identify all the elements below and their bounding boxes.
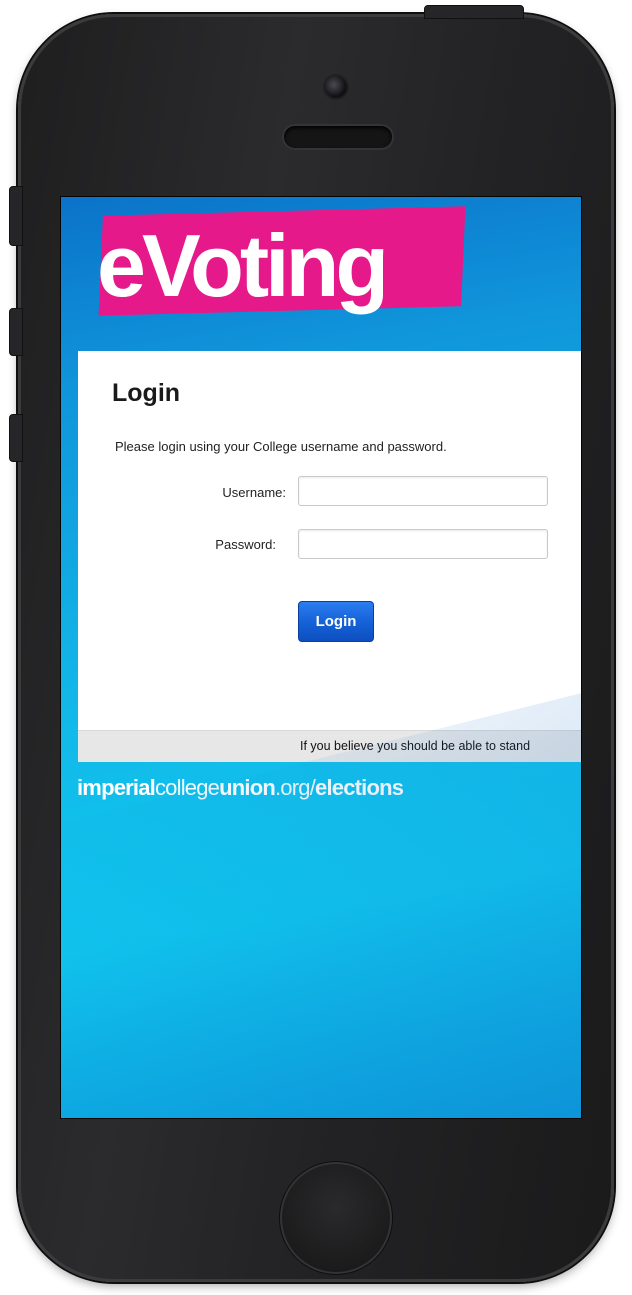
camera-icon [325, 76, 347, 98]
volume-up-button[interactable] [9, 308, 23, 356]
home-button[interactable] [280, 1162, 392, 1274]
page-title: Login [112, 379, 181, 407]
evoting-logo: eVoting [97, 216, 389, 315]
power-button[interactable] [424, 5, 524, 19]
username-label: Username: [222, 485, 286, 500]
url-part-imperial: imperial [77, 775, 156, 800]
phone-screen: eVoting Login Please login using your Co… [60, 196, 582, 1119]
login-button[interactable]: Login [298, 601, 374, 642]
speaker-grille [284, 126, 392, 148]
url-part-college: college [154, 775, 220, 800]
footer-text: If you believe you should be able to sta… [300, 739, 531, 753]
username-input[interactable] [298, 476, 548, 506]
login-panel: Login Please login using your College us… [78, 351, 581, 761]
url-part-union: union [219, 775, 276, 800]
elections-url[interactable]: imperialcollegeunion.org/elections [77, 775, 404, 801]
mute-switch[interactable] [9, 186, 23, 246]
password-input[interactable] [298, 529, 548, 559]
volume-down-button[interactable] [9, 414, 23, 462]
url-part-org: .org/ [274, 775, 316, 800]
password-label: Password: [215, 537, 276, 552]
login-instructions: Please login using your College username… [115, 439, 447, 454]
footer-bar: If you believe you should be able to sta… [78, 730, 581, 762]
url-part-elections: elections [315, 775, 404, 800]
